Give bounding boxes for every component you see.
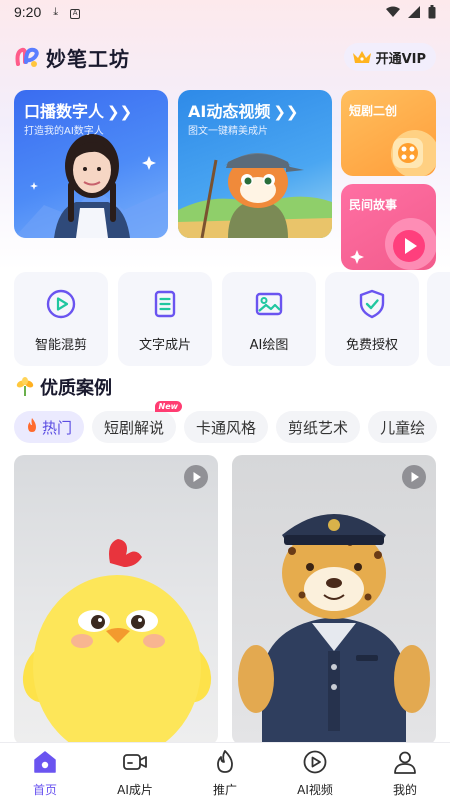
chip-label: 卡通风格	[196, 418, 257, 437]
nav-label: 我的	[392, 783, 417, 797]
digital-human-subtitle: 打造我的AI数字人	[24, 126, 104, 137]
tool-label: 文字成片	[138, 338, 191, 353]
play-circle-icon	[303, 750, 327, 774]
nav-label: 首页	[32, 783, 57, 797]
double-chevron-right-icon: ❯❯	[107, 103, 133, 121]
ai-video-subtitle: 图文一键精美成片	[188, 126, 268, 137]
tool-ai-drawing[interactable]: AI绘图	[222, 272, 316, 366]
tool-label: AI绘图	[249, 338, 289, 353]
vip-label: 开通VIP	[375, 51, 426, 67]
chip-label: 热门	[42, 418, 73, 437]
folk-story-card[interactable]: 民间故事	[341, 184, 436, 270]
digital-human-title: 口播数字人 ❯❯	[24, 102, 133, 121]
tool-label: 免费授权	[345, 338, 398, 353]
app-logo-icon	[15, 47, 39, 67]
tool-more-partial[interactable]	[427, 272, 450, 366]
section-header: 优质案例	[16, 374, 112, 400]
tool-text-to-video[interactable]: 文字成片	[118, 272, 212, 366]
bottom-navigation: 首页 AI成片 推广 AI视频 我的	[0, 742, 450, 800]
notification-app-icon: A	[70, 5, 81, 19]
user-icon	[394, 751, 416, 774]
nav-label: 推广	[212, 783, 237, 797]
nav-home[interactable]: 首页	[0, 743, 90, 800]
battery-icon	[428, 5, 436, 19]
status-bar: 9:20 ⤓ A	[0, 0, 450, 24]
crown-icon	[352, 51, 371, 63]
chip-label: 剪纸艺术	[288, 418, 349, 437]
film-reel-icon	[391, 130, 436, 176]
chip-drama-commentary[interactable]: 短剧解说 New	[92, 401, 183, 443]
category-chips: 热门 短剧解说 New 卡通风格 剪纸艺术 儿童绘	[14, 401, 438, 443]
play-icon	[184, 465, 208, 489]
flame-icon	[26, 418, 38, 436]
chip-cartoon-style[interactable]: 卡通风格	[184, 411, 269, 443]
app-title: 妙笔工坊	[46, 46, 130, 71]
chip-label: 儿童绘	[380, 418, 426, 437]
ai-video-title: AI动态视频 ❯❯	[188, 102, 299, 121]
tool-label: 智能混剪	[34, 338, 87, 353]
tool-smart-mix[interactable]: 智能混剪	[14, 272, 108, 366]
nav-profile[interactable]: 我的	[360, 743, 450, 800]
nav-ai-video[interactable]: AI视频	[270, 743, 360, 800]
double-chevron-right-icon: ❯❯	[273, 103, 299, 121]
video-camera-icon	[123, 754, 147, 770]
app-header: 妙笔工坊 开通VIP	[14, 42, 436, 72]
play-icon	[402, 465, 426, 489]
status-time: 9:20	[14, 4, 42, 20]
signal-icon	[408, 6, 420, 18]
image-icon	[255, 292, 283, 316]
download-icon: ⤓	[53, 5, 59, 18]
flame-icon	[217, 750, 233, 773]
chip-children-drawing[interactable]: 儿童绘	[368, 411, 438, 443]
case-tile-chick[interactable]	[14, 455, 218, 745]
ai-video-card[interactable]: AI动态视频 ❯❯ 图文一键精美成片	[178, 90, 332, 238]
chip-papercut-art[interactable]: 剪纸艺术	[276, 411, 361, 443]
sprout-icon	[16, 377, 34, 396]
case-tile-leopard-police[interactable]	[232, 455, 436, 745]
new-badge: New	[154, 401, 183, 412]
nav-ai-film[interactable]: AI成片	[90, 743, 180, 800]
play-bubble-icon	[350, 218, 436, 270]
section-title: 优质案例	[40, 378, 112, 399]
chip-hot[interactable]: 热门	[14, 411, 85, 443]
shield-check-icon	[359, 289, 385, 319]
digital-human-card[interactable]: 口播数字人 ❯❯ 打造我的AI数字人	[14, 90, 168, 238]
wifi-icon	[386, 6, 400, 17]
nav-promote[interactable]: 推广	[180, 743, 270, 800]
play-circle-icon	[46, 289, 76, 319]
document-icon	[154, 290, 176, 318]
tool-free-license[interactable]: 免费授权	[325, 272, 419, 366]
cartoon-chick-image	[22, 539, 212, 745]
cartoon-leopard-image	[238, 514, 430, 745]
chip-label: 短剧解说	[104, 418, 165, 437]
nav-label: AI成片	[117, 783, 153, 797]
nav-label: AI视频	[297, 783, 333, 797]
open-vip-button[interactable]: 开通VIP	[343, 43, 436, 71]
home-icon	[34, 751, 56, 773]
short-drama-card[interactable]: 短剧二创	[341, 90, 436, 176]
